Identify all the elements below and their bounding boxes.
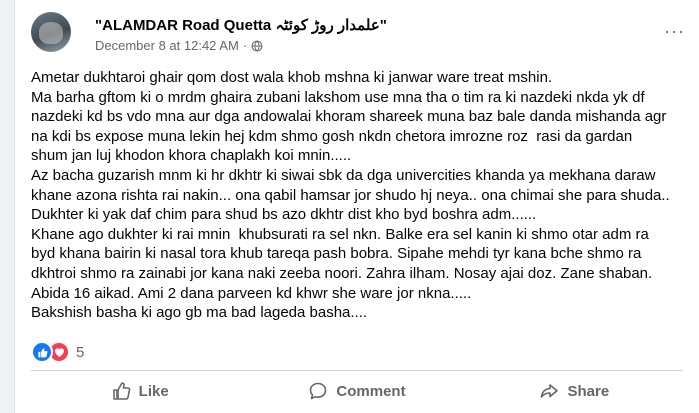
- post-line: Ametar dukhtaroi ghair qom dost wala kho…: [31, 69, 553, 86]
- post-timestamp[interactable]: December 8 at 12:42 AM: [95, 38, 239, 53]
- comment-icon: [310, 382, 327, 400]
- like-reaction-icon: [31, 341, 53, 363]
- post-line: Ma barha gftom ki o mrdm ghaira zubani l…: [31, 88, 671, 165]
- share-label: Share: [567, 382, 610, 400]
- page-name[interactable]: "ALAMDAR Road Quetta علمدار روڑ کوئٹہ": [95, 16, 387, 34]
- page-avatar[interactable]: [31, 12, 71, 52]
- comment-button[interactable]: Comment: [248, 373, 465, 409]
- more-options-icon[interactable]: ···: [664, 22, 685, 40]
- post-card: "ALAMDAR Road Quetta علمدار روڑ کوئٹہ" D…: [14, 0, 699, 413]
- post-meta: December 8 at 12:42 AM ·: [95, 38, 263, 53]
- reactions-summary[interactable]: 5: [31, 341, 84, 363]
- post-line: Khane ago dukhter ki rai mnin khubsurati…: [31, 225, 656, 302]
- meta-separator: ·: [242, 38, 248, 53]
- post-line: Az bacha guzarish mnm ki hr dkhtr ki siw…: [31, 166, 670, 204]
- globe-icon: [251, 39, 263, 52]
- like-label: Like: [138, 382, 169, 400]
- post-body: Ametar dukhtaroi ghair qom dost wala kho…: [31, 68, 671, 323]
- comment-label: Comment: [336, 382, 406, 400]
- like-icon: [112, 382, 130, 400]
- share-button[interactable]: Share: [466, 373, 683, 409]
- share-icon: [541, 384, 559, 398]
- reaction-count[interactable]: 5: [76, 344, 84, 361]
- actions-divider: [31, 370, 683, 371]
- post-line: Bakshish basha ki ago gb ma bad lageda b…: [31, 304, 368, 322]
- post-actions: Like Comment Share: [31, 373, 683, 409]
- post-header: "ALAMDAR Road Quetta علمدار روڑ کوئٹہ" D…: [31, 12, 699, 56]
- like-button[interactable]: Like: [31, 373, 248, 409]
- post-line: Dukhter ki yak daf chim para shud bs azo…: [31, 206, 537, 224]
